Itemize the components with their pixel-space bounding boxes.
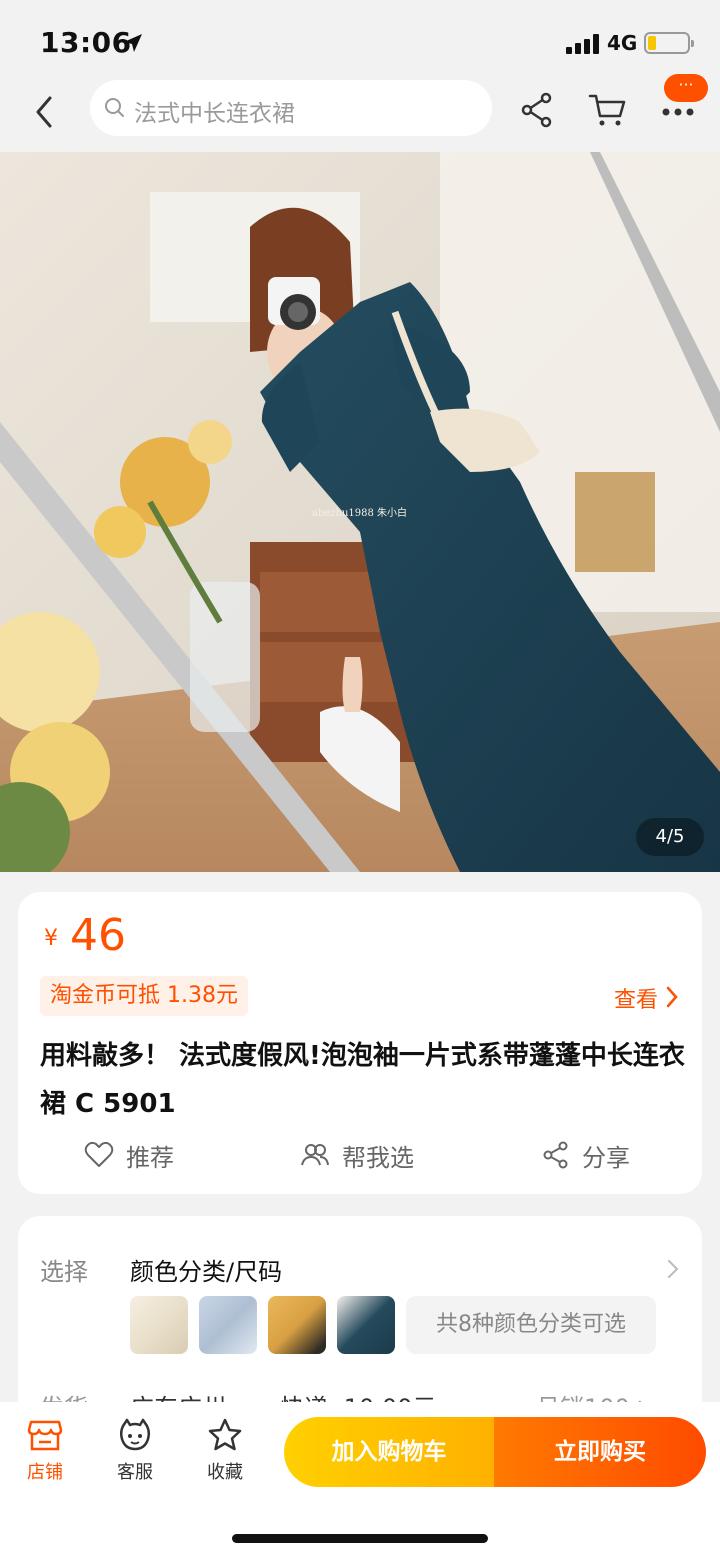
home-indicator[interactable] — [232, 1534, 488, 1543]
currency-symbol: ¥ — [44, 926, 58, 951]
color-thumbnail[interactable] — [130, 1296, 188, 1354]
select-label: 选择 — [40, 1258, 88, 1286]
location-arrow-icon — [124, 34, 142, 52]
more-badge[interactable]: ··· — [664, 74, 708, 102]
help-me-choose-label: 帮我选 — [342, 1143, 414, 1172]
share-icon[interactable] — [520, 92, 554, 128]
cart-icon[interactable] — [588, 92, 628, 128]
gallery-page-indicator: 4/5 — [636, 818, 704, 856]
star-icon — [208, 1418, 242, 1451]
search-icon — [105, 98, 124, 117]
tab-fav-label: 收藏 — [207, 1462, 243, 1483]
help-me-choose-button[interactable]: 帮我选 — [300, 1138, 414, 1172]
top-nav: 法式中长连衣裙 ··· — [0, 74, 720, 152]
product-info-card: ¥ 46 淘金币可抵 1.38元 查看 用料敲多！ 法式度假风!泡泡袖一片式系带… — [18, 892, 702, 1194]
chevron-right-icon[interactable] — [664, 986, 680, 1008]
select-value[interactable]: 颜色分类/尺码 — [130, 1252, 282, 1287]
color-thumbnail[interactable] — [268, 1296, 326, 1354]
tab-favorite[interactable]: 收藏 — [190, 1418, 260, 1484]
network-type: 4G — [607, 31, 638, 55]
people-icon — [301, 1144, 329, 1166]
shop-icon — [27, 1420, 63, 1451]
chevron-right-icon[interactable] — [666, 1258, 680, 1280]
recommend-button[interactable]: 推荐 — [84, 1138, 174, 1172]
tab-customer-service[interactable]: 客服 — [100, 1418, 170, 1484]
buy-now-button[interactable]: 立即购买 — [494, 1417, 706, 1487]
search-bar[interactable]: 法式中长连衣裙 — [90, 80, 492, 136]
tab-shop-label: 店铺 — [27, 1462, 63, 1483]
tab-service-label: 客服 — [117, 1462, 153, 1483]
more-colors-chip[interactable]: 共8种颜色分类可选 — [406, 1296, 656, 1354]
coin-discount-badge[interactable]: 淘金币可抵 1.38元 — [40, 976, 248, 1016]
search-placeholder: 法式中长连衣裙 — [134, 101, 295, 127]
heart-icon — [84, 1141, 114, 1167]
image-watermark: abezhu1988 朱小白 — [312, 508, 408, 519]
share-icon — [543, 1141, 568, 1169]
product-price: 46 — [70, 910, 126, 961]
add-to-cart-button[interactable]: 加入购物车 — [284, 1417, 494, 1487]
product-gallery[interactable]: abezhu1988 朱小白 4/5 — [0, 152, 720, 872]
battery-icon — [644, 32, 694, 54]
product-title: 用料敲多！ 法式度假风!泡泡袖一片式系带蓬蓬中长连衣裙 C 5901 — [40, 1041, 685, 1119]
share-label: 分享 — [582, 1143, 630, 1172]
tab-shop[interactable]: 店铺 — [10, 1418, 80, 1484]
recommend-label: 推荐 — [126, 1143, 174, 1172]
color-thumbnail[interactable] — [337, 1296, 395, 1354]
color-thumbnail[interactable] — [199, 1296, 257, 1354]
view-discount-link[interactable]: 查看 — [614, 982, 658, 1014]
customer-service-icon — [119, 1418, 151, 1451]
status-bar: 13:06 4G — [0, 0, 720, 80]
back-arrow-icon[interactable] — [28, 94, 64, 130]
signal-icon — [566, 34, 599, 54]
status-time: 13:06 — [40, 26, 132, 59]
share-button[interactable]: 分享 — [542, 1138, 630, 1172]
